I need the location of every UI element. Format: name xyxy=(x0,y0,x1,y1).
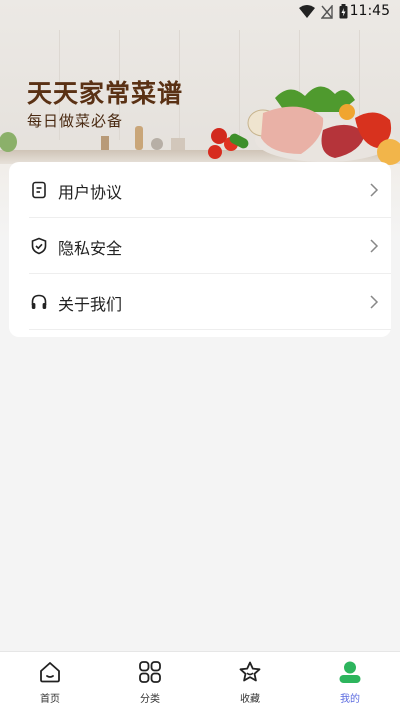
tab-label: 我的 xyxy=(340,694,360,705)
bottom-tab-bar: 首页 分类 收藏 我的 xyxy=(0,651,400,712)
grid-icon xyxy=(139,661,161,683)
status-time: 11:45 xyxy=(349,3,390,19)
menu-item-label: 关于我们 xyxy=(58,295,123,314)
menu-item-privacy-security[interactable]: 隐私安全 xyxy=(9,218,391,274)
tab-category[interactable]: 分类 xyxy=(100,652,200,712)
menu-item-label: 用户协议 xyxy=(58,183,123,202)
plant-image xyxy=(0,132,17,152)
user-icon xyxy=(339,661,361,683)
no-signal-icon xyxy=(321,4,333,19)
chevron-right-icon xyxy=(370,295,379,309)
status-bar: 11:45 xyxy=(0,0,400,24)
home-icon xyxy=(40,662,60,683)
tab-favorites[interactable]: 收藏 xyxy=(200,652,300,712)
food-ingredients-image xyxy=(208,86,400,165)
document-icon xyxy=(32,181,46,199)
battery-icon xyxy=(339,4,348,19)
headphones-icon xyxy=(31,294,47,309)
menu-item-user-agreement[interactable]: 用户协议 xyxy=(9,162,391,218)
tab-home[interactable]: 首页 xyxy=(0,652,100,712)
settings-card: 用户协议 隐私安全 关于我们 xyxy=(9,162,391,337)
wifi-icon xyxy=(299,4,315,18)
app-title: 天天家常菜谱 xyxy=(27,79,184,108)
tab-label: 收藏 xyxy=(240,694,260,705)
tab-label: 首页 xyxy=(40,694,60,705)
divider xyxy=(29,329,391,330)
star-icon xyxy=(239,661,261,682)
chevron-right-icon xyxy=(370,239,379,253)
tab-mine[interactable]: 我的 xyxy=(300,652,400,712)
menu-item-label: 隐私安全 xyxy=(58,239,123,258)
menu-item-about-us[interactable]: 关于我们 xyxy=(9,274,391,330)
chevron-right-icon xyxy=(370,183,379,197)
app-subtitle: 每日做菜必备 xyxy=(27,112,124,130)
shield-check-icon xyxy=(31,237,47,255)
tab-label: 分类 xyxy=(140,694,160,705)
